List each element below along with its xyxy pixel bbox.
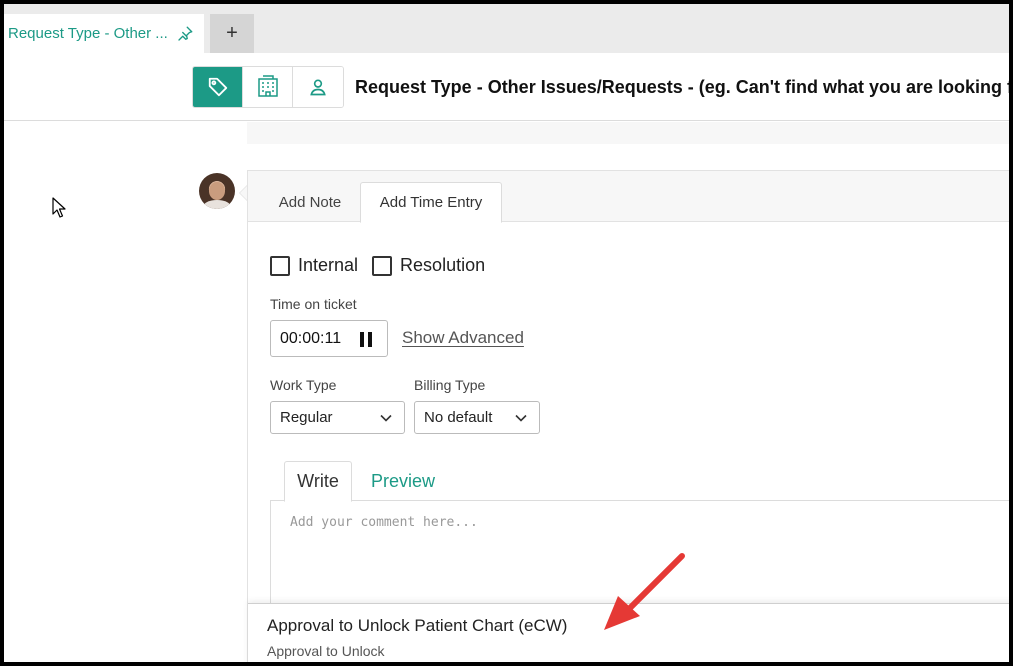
mouse-cursor-icon [52, 197, 66, 218]
ticket-title: Request Type - Other Issues/Requests - (… [355, 77, 1009, 97]
show-advanced-link[interactable]: Show Advanced [402, 328, 524, 348]
tab-add-note[interactable]: Add Note [258, 182, 362, 223]
tag-icon [208, 77, 227, 97]
view-switcher [192, 66, 344, 108]
editor-tabs: Write Preview [270, 461, 1009, 502]
time-on-ticket-field[interactable]: 00:00:11 [270, 320, 388, 357]
contact-view-button[interactable] [293, 67, 343, 107]
entry-flags: Internal Resolution [270, 255, 485, 276]
internal-checkbox[interactable]: Internal [270, 255, 358, 276]
ticket-tab-title: Request Type - Other ... [8, 25, 168, 42]
tag-view-button[interactable] [193, 67, 243, 107]
avatar [199, 173, 235, 209]
building-icon [257, 75, 278, 97]
resolution-checkbox[interactable]: Resolution [372, 255, 485, 276]
internal-label: Internal [298, 255, 359, 275]
tab-add-time-entry[interactable]: Add Time Entry [360, 182, 502, 223]
ticket-summary-strip [247, 122, 1009, 144]
tab-preview[interactable]: Preview [358, 461, 448, 502]
tab-write[interactable]: Write [284, 461, 352, 502]
internal-checkbox-box[interactable] [270, 255, 290, 276]
chevron-down-icon [515, 414, 527, 422]
resolution-label: Resolution [400, 255, 486, 275]
tab-strip: Request Type - Other ... + [4, 4, 1009, 53]
chevron-down-icon [380, 414, 392, 422]
ticket-header: Request Type - Other Issues/Requests - (… [4, 53, 1009, 121]
work-type-value: Regular [280, 409, 333, 426]
comment-placeholder: Add your comment here... [290, 515, 478, 530]
new-tab-button[interactable]: + [210, 14, 254, 53]
work-type-select[interactable]: Regular [270, 401, 405, 434]
note-tabs: Add Note Add Time Entry [248, 171, 1009, 223]
billing-type-select[interactable]: No default [414, 401, 540, 434]
pin-icon[interactable] [176, 25, 194, 43]
organization-view-button[interactable] [243, 67, 293, 107]
pause-icon[interactable] [359, 332, 373, 347]
app-window: Request Type - Other ... + Request Type … [4, 4, 1009, 662]
billing-type-label: Billing Type [414, 377, 486, 393]
annotation-arrow-icon [604, 553, 685, 630]
avatar-shirt [203, 200, 231, 209]
ticket-tab[interactable]: Request Type - Other ... [4, 14, 204, 53]
time-on-ticket-label: Time on ticket [270, 296, 357, 312]
suggestion-subtitle: Approval to Unlock [267, 643, 385, 659]
avatar-face [209, 182, 225, 200]
billing-type-value: No default [424, 409, 493, 426]
user-icon [310, 79, 326, 96]
suggestion-title: Approval to Unlock Patient Chart (eCW) [267, 616, 568, 635]
resolution-checkbox-box[interactable] [372, 255, 393, 276]
work-type-label: Work Type [270, 377, 337, 393]
time-value: 00:00:11 [280, 329, 342, 347]
